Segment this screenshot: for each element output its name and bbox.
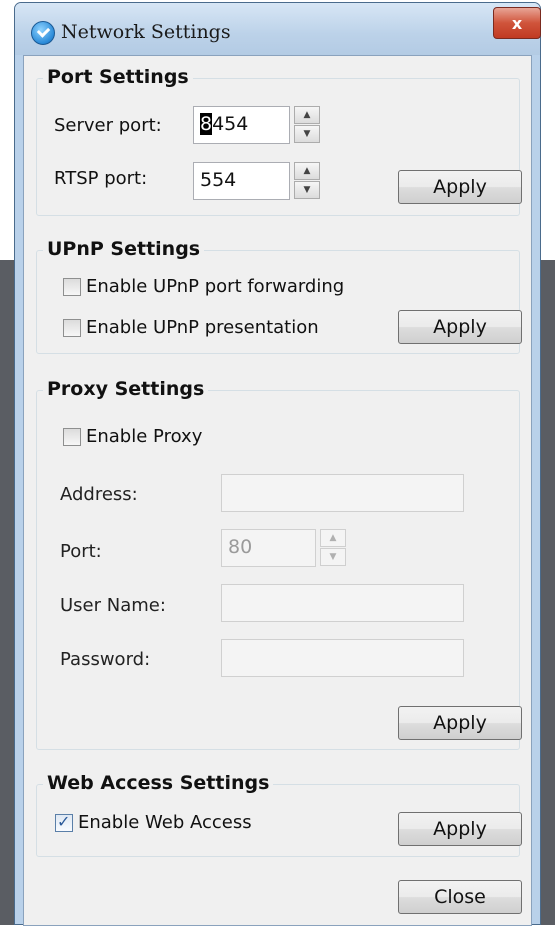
spin-up-icon[interactable]: ▲	[294, 106, 320, 124]
proxy-port-spinner[interactable]: ▲ ▼	[320, 529, 346, 567]
upnp-port-forwarding-checkbox[interactable]	[63, 278, 81, 296]
server-port-input[interactable]: 8454	[193, 106, 290, 144]
web-access-apply-button[interactable]: Apply	[398, 812, 522, 846]
server-port-selected-char: 8	[200, 113, 213, 135]
server-port-value: 454	[212, 113, 249, 135]
spin-down-icon[interactable]: ▼	[320, 548, 346, 566]
dialog-client-area: Port Settings Server port: 8454 ▲ ▼ RTSP…	[23, 55, 532, 926]
upnp-settings-title: UPnP Settings	[43, 238, 205, 260]
proxy-port-input[interactable]: 80	[221, 529, 316, 567]
rtsp-port-input[interactable]: 554	[193, 162, 290, 200]
proxy-address-input[interactable]	[221, 474, 464, 512]
upnp-port-forwarding-label[interactable]: Enable UPnP port forwarding	[86, 276, 344, 297]
network-settings-dialog: Network Settings x Port Settings Server …	[14, 2, 541, 926]
web-access-settings-title: Web Access Settings	[43, 772, 274, 794]
proxy-username-label: User Name:	[60, 595, 166, 616]
proxy-settings-title: Proxy Settings	[43, 378, 209, 400]
enable-proxy-checkbox[interactable]	[63, 428, 81, 446]
close-button[interactable]: Close	[398, 880, 522, 914]
spin-up-icon[interactable]: ▲	[320, 529, 346, 547]
window-close-button[interactable]: x	[493, 7, 541, 39]
proxy-password-label: Password:	[60, 649, 151, 670]
port-settings-apply-button[interactable]: Apply	[398, 170, 522, 204]
proxy-password-input[interactable]	[221, 639, 464, 677]
enable-web-access-checkbox[interactable]	[55, 812, 73, 832]
background-strip-right	[541, 260, 555, 925]
proxy-address-label: Address:	[60, 484, 138, 505]
proxy-settings-apply-button[interactable]: Apply	[398, 706, 522, 740]
spin-up-icon[interactable]: ▲	[294, 162, 320, 180]
proxy-port-label: Port:	[60, 541, 102, 562]
server-port-spinner[interactable]: ▲ ▼	[294, 106, 320, 144]
proxy-username-input[interactable]	[221, 584, 464, 622]
enable-proxy-label[interactable]: Enable Proxy	[86, 426, 202, 447]
app-checkmark-icon	[31, 21, 55, 45]
enable-web-access-label[interactable]: Enable Web Access	[78, 812, 252, 833]
port-settings-title: Port Settings	[43, 66, 193, 88]
upnp-presentation-label[interactable]: Enable UPnP presentation	[86, 317, 319, 338]
window-title: Network Settings	[61, 21, 231, 43]
background-strip-left	[0, 260, 14, 925]
upnp-settings-apply-button[interactable]: Apply	[398, 310, 522, 344]
upnp-presentation-checkbox[interactable]	[63, 319, 81, 337]
server-port-label: Server port:	[54, 115, 162, 136]
spin-down-icon[interactable]: ▼	[294, 125, 320, 143]
rtsp-port-spinner[interactable]: ▲ ▼	[294, 162, 320, 200]
title-bar[interactable]: Network Settings x	[15, 3, 541, 55]
spin-down-icon[interactable]: ▼	[294, 181, 320, 199]
rtsp-port-label: RTSP port:	[54, 168, 148, 189]
